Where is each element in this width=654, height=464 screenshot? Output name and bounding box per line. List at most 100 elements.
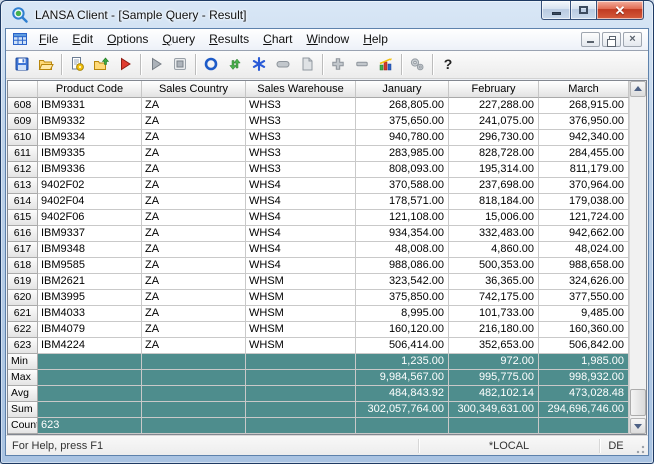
cell[interactable]: 4,860.00 <box>449 242 539 258</box>
cell[interactable]: WHS4 <box>246 210 356 226</box>
cell[interactable]: 611 <box>8 146 38 162</box>
cell[interactable]: ZA <box>142 210 246 226</box>
cell[interactable]: 370,964.00 <box>539 178 629 194</box>
table-row[interactable]: 623IBM4224ZAWHSM506,414.00352,653.00506,… <box>8 338 629 354</box>
table-row[interactable]: 6159402F06ZAWHS4121,108.0015,006.00121,7… <box>8 210 629 226</box>
cell[interactable]: 9,485.00 <box>539 306 629 322</box>
column-header-sales-country[interactable]: Sales Country <box>142 81 246 98</box>
mdi-close-button[interactable]: × <box>623 32 642 47</box>
scroll-down-button[interactable] <box>630 418 646 434</box>
cell[interactable]: WHS4 <box>246 194 356 210</box>
table-row[interactable]: 6139402F02ZAWHS4370,588.00237,698.00370,… <box>8 178 629 194</box>
cell[interactable]: 332,483.00 <box>449 226 539 242</box>
cell[interactable]: 352,653.00 <box>449 338 539 354</box>
cell[interactable]: 36,365.00 <box>449 274 539 290</box>
cell[interactable]: 618 <box>8 258 38 274</box>
table-row[interactable]: 620IBM3995ZAWHSM375,850.00742,175.00377,… <box>8 290 629 306</box>
cell[interactable]: 241,075.00 <box>449 114 539 130</box>
cell[interactable]: WHS3 <box>246 98 356 114</box>
cell[interactable]: IBM3995 <box>38 290 142 306</box>
cell[interactable]: WHSM <box>246 322 356 338</box>
cell[interactable]: 9402F02 <box>38 178 142 194</box>
cell[interactable]: ZA <box>142 194 246 210</box>
menu-window[interactable]: Window <box>300 30 357 48</box>
column-header-rownum[interactable] <box>8 81 38 98</box>
mdi-restore-button[interactable] <box>602 32 621 47</box>
add-button[interactable] <box>326 52 350 76</box>
cell[interactable]: 613 <box>8 178 38 194</box>
scrollbar-track[interactable] <box>630 97 646 418</box>
import-button[interactable] <box>89 52 113 76</box>
column-header-february[interactable]: February <box>449 81 539 98</box>
cell[interactable]: 178,571.00 <box>356 194 449 210</box>
cell[interactable]: WHSM <box>246 274 356 290</box>
close-button[interactable]: ✕ <box>597 1 644 20</box>
cell[interactable]: 377,550.00 <box>539 290 629 306</box>
cell[interactable]: IBM9348 <box>38 242 142 258</box>
cell[interactable]: 617 <box>8 242 38 258</box>
cell[interactable]: 370,588.00 <box>356 178 449 194</box>
scroll-up-button[interactable] <box>630 81 646 97</box>
cell[interactable]: 284,455.00 <box>539 146 629 162</box>
cell[interactable]: 227,288.00 <box>449 98 539 114</box>
vertical-scrollbar[interactable] <box>629 81 646 434</box>
cell[interactable]: 614 <box>8 194 38 210</box>
save-button[interactable] <box>10 52 34 76</box>
cell[interactable]: ZA <box>142 290 246 306</box>
cell[interactable]: 828,728.00 <box>449 146 539 162</box>
table-row[interactable]: 608IBM9331ZAWHS3268,805.00227,288.00268,… <box>8 98 629 114</box>
maximize-button[interactable] <box>570 1 597 20</box>
cell[interactable]: 101,733.00 <box>449 306 539 322</box>
cell[interactable]: IBM9337 <box>38 226 142 242</box>
menu-options[interactable]: Options <box>100 30 155 48</box>
continue-button[interactable] <box>144 52 168 76</box>
scrollbar-thumb[interactable] <box>630 389 646 416</box>
table-row[interactable]: 621IBM4033ZAWHSM8,995.00101,733.009,485.… <box>8 306 629 322</box>
resize-grip[interactable] <box>632 441 646 455</box>
cell[interactable]: 742,175.00 <box>449 290 539 306</box>
cell[interactable]: WHS3 <box>246 146 356 162</box>
cell[interactable]: WHSM <box>246 306 356 322</box>
cell[interactable]: IBM2621 <box>38 274 142 290</box>
cell[interactable]: ZA <box>142 130 246 146</box>
cell[interactable]: ZA <box>142 322 246 338</box>
cell[interactable]: IBM4079 <box>38 322 142 338</box>
cell[interactable]: IBM9332 <box>38 114 142 130</box>
cell[interactable]: 619 <box>8 274 38 290</box>
title-bar[interactable]: LANSA Client - [Sample Query - Result] ✕ <box>5 1 649 28</box>
cell[interactable]: 216,180.00 <box>449 322 539 338</box>
table-row[interactable]: 610IBM9334ZAWHS3940,780.00296,730.00942,… <box>8 130 629 146</box>
cell[interactable]: 324,626.00 <box>539 274 629 290</box>
cell[interactable]: IBM9331 <box>38 98 142 114</box>
stop-button[interactable] <box>168 52 192 76</box>
cell[interactable]: 375,650.00 <box>356 114 449 130</box>
cell[interactable]: IBM9585 <box>38 258 142 274</box>
cell[interactable]: 940,780.00 <box>356 130 449 146</box>
cell[interactable]: 48,008.00 <box>356 242 449 258</box>
cell[interactable]: 620 <box>8 290 38 306</box>
cell[interactable]: ZA <box>142 162 246 178</box>
cell[interactable]: IBM4224 <box>38 338 142 354</box>
cell[interactable]: ZA <box>142 226 246 242</box>
table-row[interactable]: 622IBM4079ZAWHSM160,120.00216,180.00160,… <box>8 322 629 338</box>
cell[interactable]: 506,842.00 <box>539 338 629 354</box>
document-grid-icon[interactable] <box>12 31 28 47</box>
cell[interactable]: 283,985.00 <box>356 146 449 162</box>
column-header-product-code[interactable]: Product Code <box>38 81 142 98</box>
cell[interactable]: 609 <box>8 114 38 130</box>
cell[interactable]: ZA <box>142 114 246 130</box>
table-row[interactable]: 612IBM9336ZAWHS3808,093.00195,314.00811,… <box>8 162 629 178</box>
cell[interactable]: 616 <box>8 226 38 242</box>
cell[interactable]: 622 <box>8 322 38 338</box>
table-row[interactable]: 611IBM9335ZAWHS3283,985.00828,728.00284,… <box>8 146 629 162</box>
cell[interactable]: 615 <box>8 210 38 226</box>
freeze-button[interactable] <box>247 52 271 76</box>
column-header-march[interactable]: March <box>539 81 629 98</box>
cell[interactable]: 8,995.00 <box>356 306 449 322</box>
cell[interactable]: 375,850.00 <box>356 290 449 306</box>
table-row[interactable]: 619IBM2621ZAWHSM323,542.0036,365.00324,6… <box>8 274 629 290</box>
cell[interactable]: 179,038.00 <box>539 194 629 210</box>
cell[interactable]: WHS3 <box>246 130 356 146</box>
cell[interactable]: 296,730.00 <box>449 130 539 146</box>
column-header-sales-warehouse[interactable]: Sales Warehouse <box>246 81 356 98</box>
